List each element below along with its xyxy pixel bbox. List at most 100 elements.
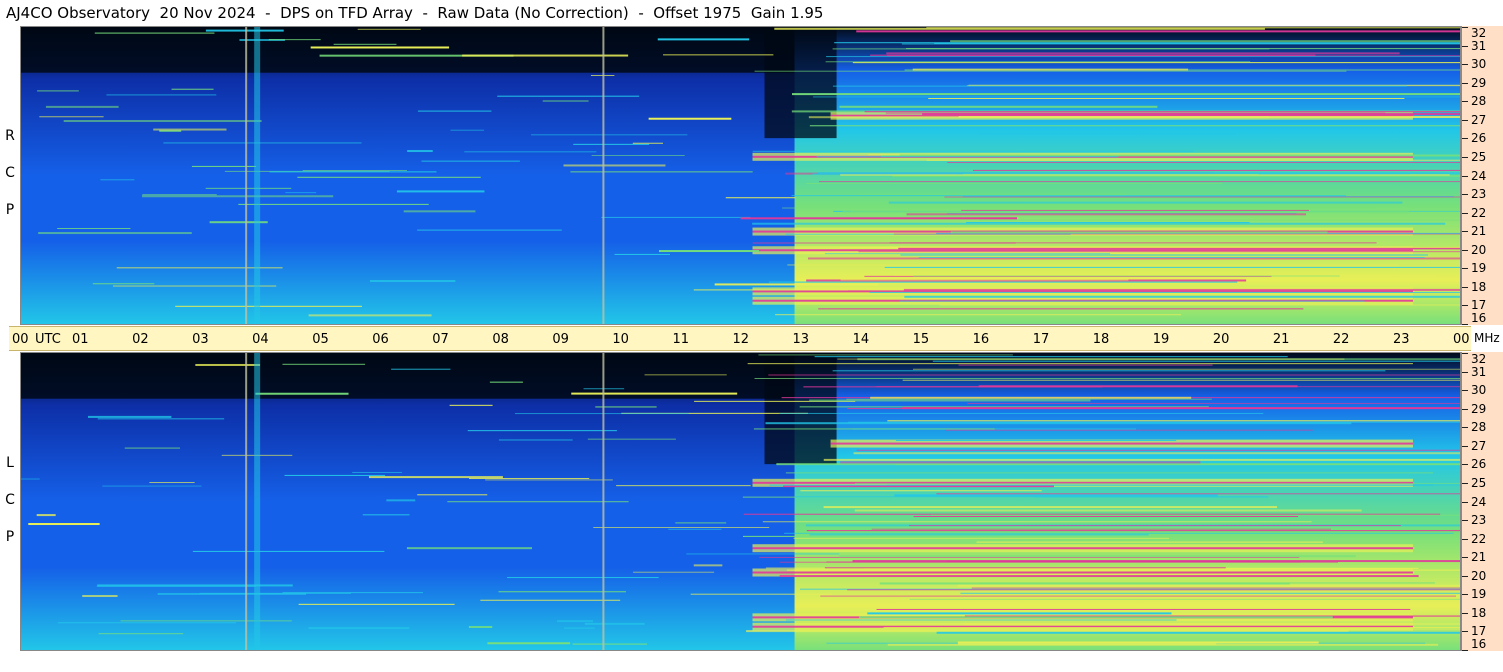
interference-line [973,169,1461,171]
interference-line [963,623,1461,625]
interference-line [570,171,753,173]
interference-line [417,229,562,231]
interference-line [793,537,1170,539]
interference-line [847,589,1461,591]
interference-line [255,392,349,395]
interference-line [918,256,1425,258]
interference-line [900,254,1428,256]
interference-line [936,493,1461,495]
vertical-line [245,26,248,325]
time-tick-label: 00 [12,332,29,347]
frequency-tick-label: 23 [1471,187,1487,202]
frequency-tick-label: 22 [1471,205,1487,220]
interference-line [102,485,202,487]
interference-line [498,439,573,441]
interference-line [480,599,621,601]
spectrogram-canvas [20,26,1461,325]
frequency-tick [1462,520,1468,522]
frequency-tick [1462,464,1468,466]
interference-line [852,62,1461,64]
interference-line [895,439,1177,441]
interference-line [903,288,1461,291]
frequency-tick [1462,268,1468,270]
interference-line [786,569,1461,571]
frequency-tick [1462,408,1468,410]
interference-line [333,43,397,45]
interference-line [468,626,493,629]
interference-line [950,40,1461,43]
vertical-line [245,352,248,651]
interference-line [930,514,1461,516]
interference-line [889,242,1377,244]
interference-line [92,283,155,285]
frequency-tick-label: 25 [1471,149,1487,164]
interference-line [238,203,429,205]
interference-line [871,528,1332,530]
frequency-unit-label: MHz [1474,331,1500,345]
interference-line [94,32,215,34]
interference-line [39,116,104,118]
interference-line [936,631,1461,634]
interference-line [909,525,1401,527]
interference-line [947,161,1461,163]
frequency-tick-label: 31 [1471,38,1487,53]
interference-line [572,643,648,645]
interference-line [369,280,456,283]
frequency-tick [1462,156,1468,158]
interference-line [791,93,1461,96]
interference-line [742,535,1003,537]
interference-line [840,461,1201,464]
interference-line [633,571,715,573]
interference-line [883,627,1461,629]
interference-line [823,458,1461,461]
interference-line [906,213,1306,216]
interference-line [171,88,214,90]
time-tick-label: 09 [552,332,569,347]
interference-line [859,193,1126,195]
time-tick-label: 20 [1212,332,1230,347]
interference-line [407,150,433,153]
interference-line [357,28,421,30]
interference-line [895,464,1461,466]
vertical-line [602,26,605,325]
frequency-tick [1462,231,1468,233]
interference-line [497,95,640,97]
frequency-tick-label: 16 [1471,637,1487,651]
top_label-letter: P [5,202,15,218]
frequency-band-core [752,249,1413,252]
interference-line [912,68,1189,71]
interference-line [396,190,485,193]
interference-line [584,622,645,625]
interference-line [57,228,131,230]
dark-band [20,352,795,399]
interference-line [571,392,738,395]
interference-line [563,164,666,167]
interference-line [876,608,1411,610]
interference-line [813,96,1461,98]
interference-line [752,150,1194,152]
frequency-tick [1462,650,1468,651]
interference-line [806,530,1461,532]
frequency-tick-label: 19 [1471,261,1487,276]
interference-line [762,521,1312,523]
interference-line [775,314,1182,316]
interference-line [779,575,1419,578]
interference-line [894,494,1218,497]
interference-line [268,39,321,41]
interference-line [839,246,1461,248]
frequency-tick-label: 24 [1471,494,1487,509]
interference-line [403,210,476,213]
frequency-tick [1462,371,1468,373]
interference-line [887,55,1461,57]
interference-line [489,381,523,383]
interference-line [816,156,1119,158]
interference-line [386,499,416,502]
frequency-tick [1462,249,1468,251]
time-tick-label: 00 [1453,332,1470,347]
interference-line [912,275,1340,277]
frequency-tick [1462,594,1468,596]
frequency-tick [1462,82,1468,84]
spectrogram-canvas [20,352,1461,651]
time-tick-label: 22 [1332,332,1350,347]
interference-line [542,100,589,102]
